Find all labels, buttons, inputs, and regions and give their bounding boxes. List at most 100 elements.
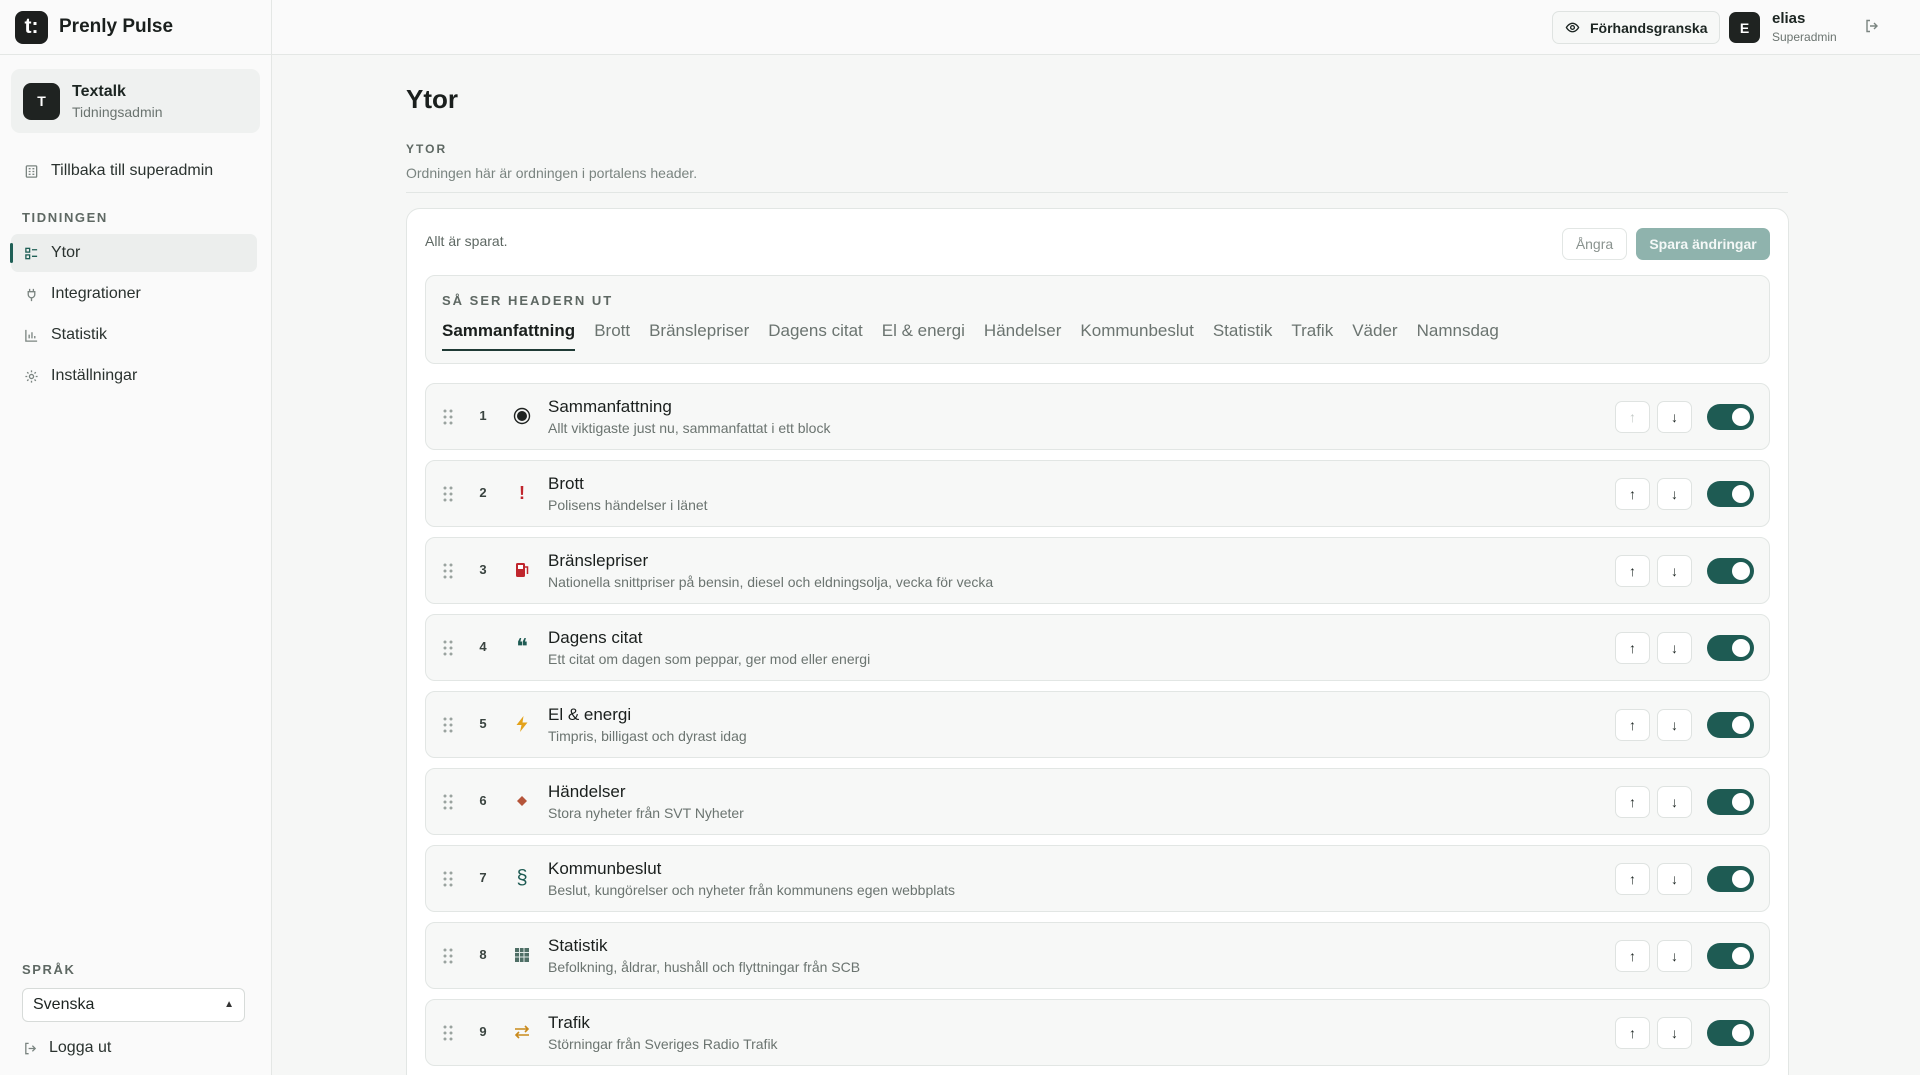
undo-button[interactable]: Ångra	[1562, 228, 1627, 260]
surface-row[interactable]: 8 Statistik Befolkning, åldrar, hushåll …	[425, 922, 1770, 989]
header-tab[interactable]: El & energi	[882, 321, 965, 351]
language-select[interactable]: Svenska ▲	[22, 988, 245, 1022]
move-up-button[interactable]: ↑	[1615, 1017, 1650, 1049]
drag-handle-icon[interactable]	[442, 485, 454, 503]
drag-handle-icon[interactable]	[442, 947, 454, 965]
drag-handle-icon[interactable]	[442, 716, 454, 734]
sidebar-item-installningar[interactable]: Inställningar	[11, 357, 257, 395]
enabled-toggle[interactable]	[1707, 789, 1754, 815]
header-tab[interactable]: Namnsdag	[1417, 321, 1499, 351]
surface-row[interactable]: 2 ! Brott Polisens händelser i länet ↑ ↓	[425, 460, 1770, 527]
user-name: elias	[1772, 10, 1806, 27]
move-up-button[interactable]: ↑	[1615, 478, 1650, 510]
row-description: Beslut, kungörelser och nyheter från kom…	[548, 882, 956, 898]
saved-status: Allt är sparat.	[425, 233, 508, 249]
sidebar-item-ytor[interactable]: Ytor	[10, 234, 257, 272]
org-switcher[interactable]: T Textalk Tidningsadmin	[11, 69, 260, 133]
row-index: 1	[479, 408, 487, 423]
row-title: Kommunbeslut	[548, 859, 662, 878]
plug-icon	[23, 286, 39, 302]
org-name: Textalk	[72, 82, 126, 100]
header-tab[interactable]: Väder	[1352, 321, 1397, 351]
brand-logo[interactable]: t:	[15, 10, 48, 44]
drag-handle-icon[interactable]	[442, 870, 454, 888]
enabled-toggle[interactable]	[1707, 712, 1754, 738]
sidebar-item-integrationer[interactable]: Integrationer	[11, 275, 257, 313]
header-tab[interactable]: Brott	[594, 321, 630, 351]
move-up-button[interactable]: ↑	[1615, 632, 1650, 664]
move-down-button[interactable]: ↓	[1657, 401, 1692, 433]
header-tab[interactable]: Trafik	[1291, 321, 1333, 351]
section-label-ytor: YTOR	[406, 142, 448, 156]
move-down-button[interactable]: ↓	[1657, 555, 1692, 587]
row-title: Brott	[548, 474, 584, 493]
move-up-button[interactable]: ↑	[1615, 555, 1650, 587]
save-changes-button[interactable]: Spara ändringar	[1636, 228, 1770, 260]
row-description: Polisens händelser i länet	[548, 497, 708, 513]
header-tab[interactable]: Dagens citat	[768, 321, 863, 351]
move-down-button[interactable]: ↓	[1657, 1017, 1692, 1049]
row-description: Ett citat om dagen som peppar, ger mod e…	[548, 651, 871, 667]
user-avatar[interactable]: E	[1729, 12, 1760, 43]
drag-handle-icon[interactable]	[442, 562, 454, 580]
divider	[406, 192, 1788, 193]
move-down-button[interactable]: ↓	[1657, 632, 1692, 664]
enabled-toggle[interactable]	[1707, 404, 1754, 430]
preview-button[interactable]: Förhandsgranska	[1552, 11, 1721, 44]
move-up-button[interactable]: ↑	[1615, 401, 1650, 433]
move-down-button[interactable]: ↓	[1657, 940, 1692, 972]
surface-row[interactable]: 6 Händelser Stora nyheter från SVT Nyhet…	[425, 768, 1770, 835]
language-value: Svenska	[33, 996, 95, 1013]
surface-row[interactable]: 1 Sammanfattning Allt viktigaste just nu…	[425, 383, 1770, 450]
section-description: Ordningen här är ordningen i portalens h…	[406, 165, 698, 181]
move-down-button[interactable]: ↓	[1657, 863, 1692, 895]
enabled-toggle[interactable]	[1707, 635, 1754, 661]
drag-handle-icon[interactable]	[442, 639, 454, 657]
back-to-superadmin-label: Tillbaka till superadmin	[51, 162, 214, 179]
enabled-toggle[interactable]	[1707, 481, 1754, 507]
enabled-toggle[interactable]	[1707, 558, 1754, 584]
enabled-toggle[interactable]	[1707, 1020, 1754, 1046]
quote-icon: ❝	[516, 634, 528, 660]
header-tab[interactable]: Händelser	[984, 321, 1062, 351]
move-up-button[interactable]: ↑	[1615, 863, 1650, 895]
top-bar: Förhandsgranska E elias Superadmin	[272, 0, 1920, 55]
surface-row[interactable]: 7 § Kommunbeslut Beslut, kungörelser och…	[425, 845, 1770, 912]
brand-name[interactable]: Prenly Pulse	[59, 16, 173, 38]
sidebar-item-statistik[interactable]: Statistik	[11, 316, 257, 354]
header-tab[interactable]: Sammanfattning	[442, 321, 576, 351]
surface-row[interactable]: 9 Trafik Störningar från Sveriges Radio …	[425, 999, 1770, 1066]
move-up-button[interactable]: ↑	[1615, 709, 1650, 741]
move-down-button[interactable]: ↓	[1657, 786, 1692, 818]
summary-icon	[511, 405, 533, 427]
surface-row[interactable]: 3 Bränslepriser Nationella snittpriser p…	[425, 537, 1770, 604]
drag-handle-icon[interactable]	[442, 408, 454, 426]
back-to-superadmin-link[interactable]: Tillbaka till superadmin	[11, 156, 257, 186]
row-description: Timpris, billigast och dyrast idag	[548, 728, 747, 744]
section-label-tidningen: TIDNINGEN	[22, 210, 108, 225]
enabled-toggle[interactable]	[1707, 943, 1754, 969]
row-index: 6	[479, 793, 487, 808]
move-up-button[interactable]: ↑	[1615, 786, 1650, 818]
row-description: Störningar från Sveriges Radio Trafik	[548, 1036, 778, 1052]
sidebar-item-label: Inställningar	[51, 367, 138, 384]
move-up-button[interactable]: ↑	[1615, 940, 1650, 972]
header-tab[interactable]: Bränslepriser	[649, 321, 749, 351]
drag-handle-icon[interactable]	[442, 793, 454, 811]
logout-link[interactable]: Logga ut	[22, 1036, 111, 1060]
row-description: Befolkning, åldrar, hushåll och flyttnin…	[548, 959, 861, 975]
row-index: 4	[479, 639, 487, 654]
move-down-button[interactable]: ↓	[1657, 478, 1692, 510]
header-tab[interactable]: Kommunbeslut	[1080, 321, 1193, 351]
drag-handle-icon[interactable]	[442, 1024, 454, 1042]
row-title: Bränslepriser	[548, 551, 649, 570]
logout-icon[interactable]	[1864, 18, 1880, 39]
surface-row[interactable]: 4 ❝ Dagens citat Ett citat om dagen som …	[425, 614, 1770, 681]
row-title: Trafik	[548, 1013, 590, 1032]
enabled-toggle[interactable]	[1707, 866, 1754, 892]
header-tab[interactable]: Statistik	[1213, 321, 1273, 351]
diamond-icon	[511, 790, 533, 812]
row-index: 8	[479, 947, 487, 962]
move-down-button[interactable]: ↓	[1657, 709, 1692, 741]
surface-row[interactable]: 5 El & energi Timpris, billigast och dyr…	[425, 691, 1770, 758]
